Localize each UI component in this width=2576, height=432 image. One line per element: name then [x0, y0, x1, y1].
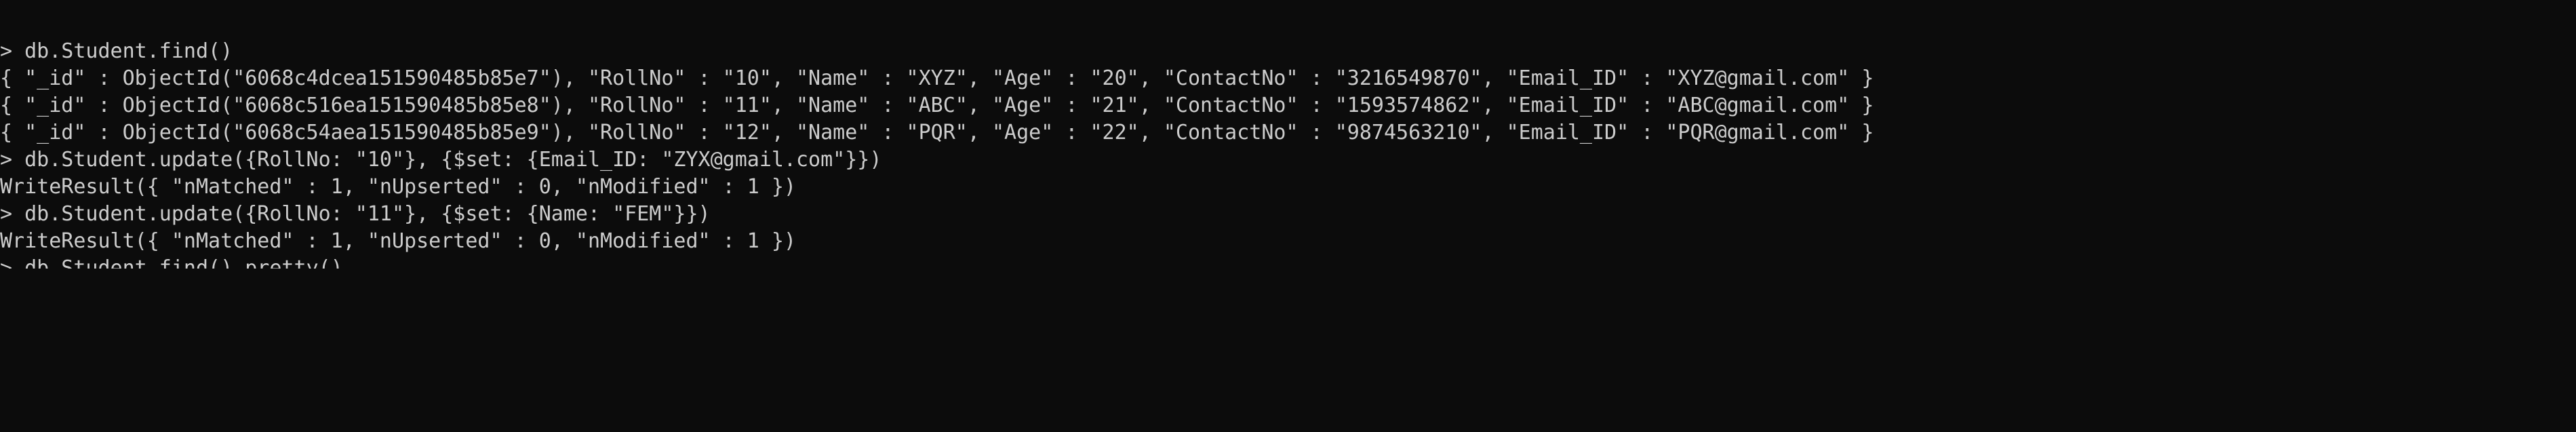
command-line-update-name: > db.Student.update({RollNo: "11"}, {$se… — [0, 202, 711, 226]
terminal-window[interactable]: > db.Student.find() { "_id" : ObjectId("… — [0, 0, 2576, 432]
write-result-1: WriteResult({ "nMatched" : 1, "nUpserted… — [0, 175, 796, 199]
command-line-find-pretty: > db.Student.find().pretty() — [0, 256, 343, 269]
terminal-output: > db.Student.find() { "_id" : ObjectId("… — [0, 38, 2576, 269]
result-document-2: { "_id" : ObjectId("6068c516ea151590485b… — [0, 94, 1874, 117]
write-result-2: WriteResult({ "nMatched" : 1, "nUpserted… — [0, 229, 796, 253]
result-document-3: { "_id" : ObjectId("6068c54aea151590485b… — [0, 121, 1874, 144]
command-line-update-email: > db.Student.update({RollNo: "10"}, {$se… — [0, 148, 882, 172]
command-line-find: > db.Student.find() — [0, 39, 233, 63]
result-document-1: { "_id" : ObjectId("6068c4dcea151590485b… — [0, 66, 1874, 90]
